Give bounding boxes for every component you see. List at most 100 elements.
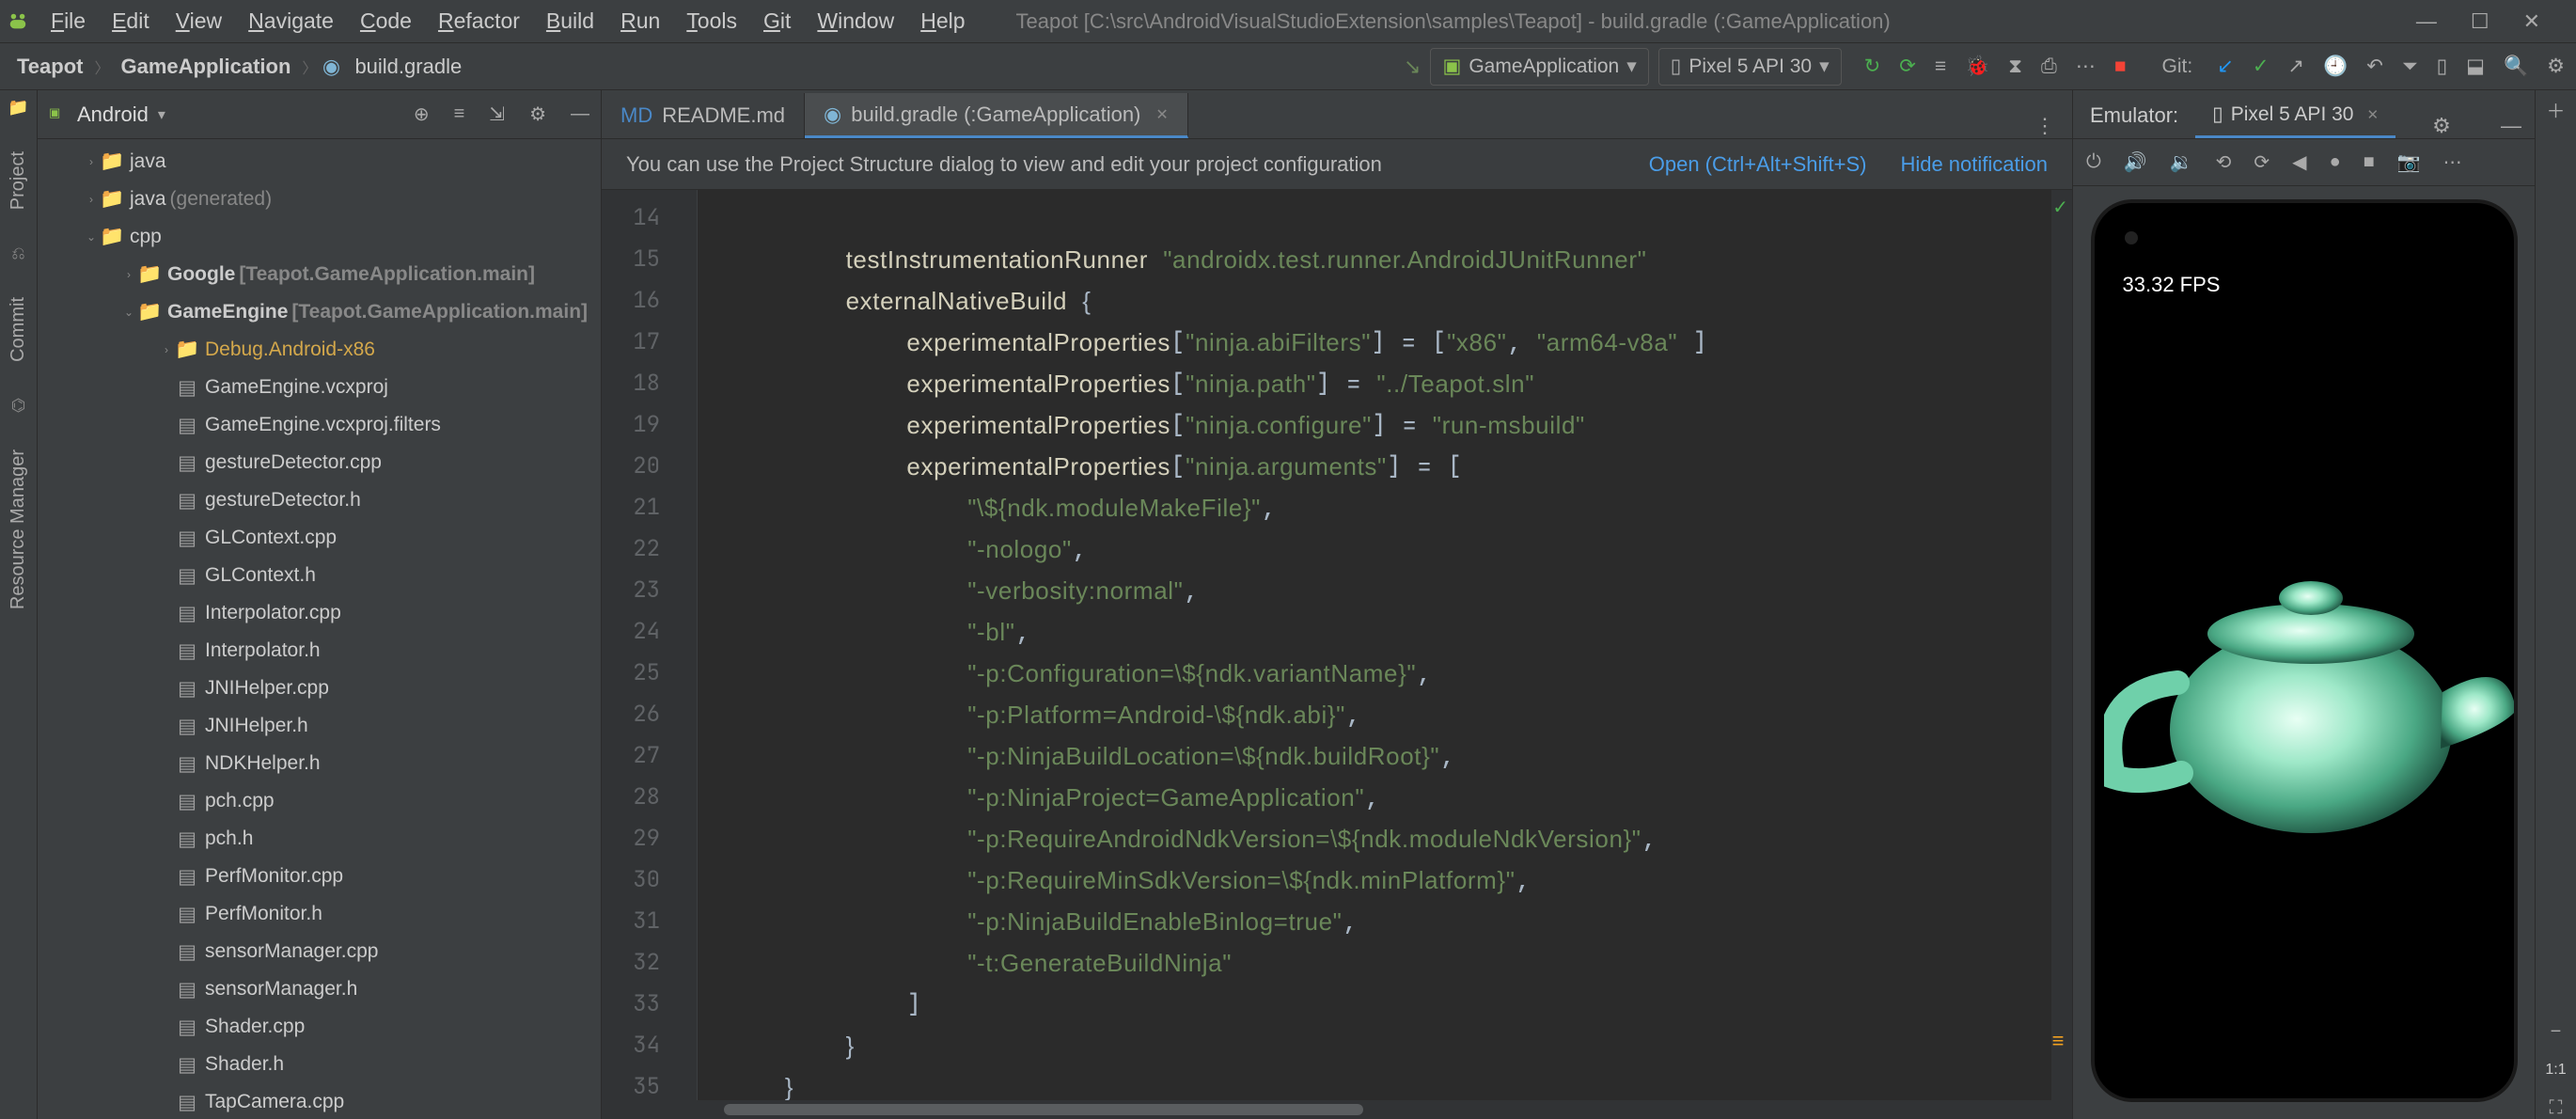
chevron-down-icon[interactable]: ▾ (158, 105, 165, 124)
expand-icon[interactable]: › (120, 268, 137, 281)
tree-file[interactable]: ▤Shader.h (38, 1046, 601, 1083)
tree-file[interactable]: ▤Interpolator.cpp (38, 594, 601, 632)
hide-emulator-button[interactable]: — (2488, 114, 2535, 138)
extended-controls-button[interactable]: ⋯ (2443, 150, 2462, 174)
emulator-device-tab[interactable]: ▯ Pixel 5 API 30 ✕ (2195, 93, 2395, 138)
structure-toc-icon[interactable]: ≡ (2044, 1029, 2072, 1053)
screenshot-button[interactable]: 📷 (2397, 150, 2421, 174)
tree-folder[interactable]: ›📁java (38, 143, 601, 181)
menu-window[interactable]: Window (804, 5, 907, 38)
emulator-screen[interactable]: 33.32 FPS (2091, 199, 2518, 1102)
tree-file[interactable]: ▤gestureDetector.h (38, 481, 601, 519)
tree-file[interactable]: ▤PerfMonitor.cpp (38, 858, 601, 895)
rotate-left-button[interactable]: ⟲ (2216, 150, 2232, 174)
tree-file[interactable]: ▤NDKHelper.h (38, 745, 601, 782)
menu-run[interactable]: Run (607, 5, 673, 38)
open-project-structure-link[interactable]: Open (Ctrl+Alt+Shift+S) (1649, 152, 1867, 177)
tree-folder[interactable]: ›📁java (generated) (38, 181, 601, 218)
menu-file[interactable]: File (38, 5, 99, 38)
tree-file[interactable]: ▤gestureDetector.cpp (38, 444, 601, 481)
tree-file[interactable]: ▤pch.h (38, 820, 601, 858)
tree-file[interactable]: ▤Interpolator.h (38, 632, 601, 670)
sdk-manager-button[interactable]: ⬓ (2466, 55, 2485, 78)
collapse-all-button[interactable]: ⇲ (489, 102, 505, 126)
tree-file[interactable]: ▤JNIHelper.cpp (38, 670, 601, 707)
git-push-button[interactable]: ↗ (2287, 55, 2304, 78)
git-commit-button[interactable]: ✓ (2253, 55, 2270, 78)
crumb-root[interactable]: Teapot (11, 52, 88, 82)
fit-button[interactable]: ⛶ (2550, 1097, 2563, 1119)
project-settings-button[interactable]: ⚙ (529, 102, 546, 126)
run-button[interactable]: ↻ (1864, 55, 1881, 78)
expand-icon[interactable]: › (158, 343, 175, 356)
menu-view[interactable]: View (163, 5, 235, 38)
crumb-file[interactable]: build.gradle (349, 52, 467, 82)
tree-file[interactable]: ▤GameEngine.vcxproj.filters (38, 406, 601, 444)
tab-list-button[interactable]: ⋮ (2018, 114, 2072, 138)
profile-button[interactable]: ⧗ (2008, 55, 2022, 78)
expand-icon[interactable]: › (83, 193, 100, 206)
overview-button[interactable]: ■ (2364, 151, 2375, 173)
maximize-button[interactable]: ☐ (2471, 9, 2490, 34)
menu-code[interactable]: Code (347, 5, 425, 38)
crumb-module[interactable]: GameApplication (116, 52, 297, 82)
close-emulator-tab-button[interactable]: ✕ (2366, 106, 2379, 123)
menu-git[interactable]: Git (750, 5, 804, 38)
home-button[interactable]: ● (2330, 151, 2341, 173)
power-button[interactable]: ⏻ (2086, 151, 2101, 173)
close-tab-button[interactable]: ✕ (1155, 105, 1168, 124)
volume-down-button[interactable]: 🔉 (2170, 150, 2193, 174)
commit-tab[interactable]: Commit (6, 290, 31, 370)
project-tree[interactable]: ›📁java›📁java (generated)⌄📁cpp›📁Google [T… (38, 139, 601, 1119)
back-button[interactable]: ◀ (2292, 150, 2306, 174)
git-revert-button[interactable]: ↶ (2366, 55, 2383, 78)
fold-gutter[interactable] (675, 190, 698, 1100)
tree-file[interactable]: ▤sensorManager.h (38, 970, 601, 1008)
menu-tools[interactable]: Tools (673, 5, 750, 38)
resource-manager-icon[interactable]: ⌬ (11, 396, 26, 416)
tree-folder[interactable]: ›📁Debug.Android-x86 (38, 331, 601, 369)
menu-navigate[interactable]: Navigate (235, 5, 347, 38)
git-update-button[interactable]: ↙ (2217, 55, 2234, 78)
expand-icon[interactable]: ⌄ (83, 230, 100, 244)
volume-up-button[interactable]: 🔊 (2124, 150, 2147, 174)
tree-file[interactable]: ▤Shader.cpp (38, 1008, 601, 1046)
close-window-button[interactable]: ✕ (2523, 9, 2540, 34)
menu-help[interactable]: Help (907, 5, 978, 38)
attach-debugger-button[interactable]: ⎙ (2041, 55, 2057, 78)
tree-file[interactable]: ▤pch.cpp (38, 782, 601, 820)
expand-icon[interactable]: ⌄ (120, 306, 137, 319)
run-config-dropdown[interactable]: ▣ GameApplication ▾ (1430, 48, 1648, 86)
menu-edit[interactable]: Edit (99, 5, 163, 38)
hammer-icon[interactable]: ↘ (1404, 55, 1421, 79)
coverage-button[interactable]: ≡ (1935, 55, 1946, 78)
search-everywhere-button[interactable]: 🔍 (2504, 55, 2528, 78)
project-tab[interactable]: Project (6, 144, 31, 217)
editor-horizontal-scrollbar[interactable] (602, 1100, 2072, 1119)
settings-button[interactable]: ⚙ (2547, 55, 2565, 78)
hide-notification-link[interactable]: Hide notification (1900, 152, 2048, 177)
tree-folder[interactable]: ⌄📁GameEngine [Teapot.GameApplication.mai… (38, 293, 601, 331)
tree-file[interactable]: ▤PerfMonitor.h (38, 895, 601, 933)
rotate-right-button[interactable]: ⟳ (2254, 150, 2270, 174)
git-history-button[interactable]: 🕘 (2323, 55, 2348, 78)
zoom-in-button[interactable]: ＋ (2547, 96, 2566, 123)
avd-manager-button[interactable]: ▯ (2437, 55, 2448, 78)
sync-project-button[interactable]: ⏷ (2402, 55, 2418, 78)
debug-button[interactable]: 🐞 (1965, 55, 1989, 78)
menu-refactor[interactable]: Refactor (425, 5, 533, 38)
expand-icon[interactable]: › (83, 155, 100, 168)
tree-file[interactable]: ▤GLContext.cpp (38, 519, 601, 557)
emulator-settings-button[interactable]: ⚙ (2419, 114, 2464, 138)
code-editor[interactable]: testInstrumentationRunner "androidx.test… (698, 190, 2051, 1100)
tree-file[interactable]: ▤GameEngine.vcxproj (38, 369, 601, 406)
resource-manager-tab[interactable]: Resource Manager (6, 442, 31, 617)
hide-panel-button[interactable]: — (571, 103, 589, 125)
zoom-out-button[interactable]: − (2551, 1021, 2562, 1043)
tab-readme[interactable]: MD README.md (602, 93, 805, 138)
project-mode-label[interactable]: Android (77, 102, 149, 127)
device-dropdown[interactable]: ▯ Pixel 5 API 30 ▾ (1658, 48, 1842, 86)
stop-button[interactable]: ■ (2114, 55, 2127, 78)
scrollbar-thumb[interactable] (724, 1104, 1363, 1115)
line-number-gutter[interactable]: 14 15 16 17 18 19 20 21 22 23 24 25 26 2… (602, 190, 675, 1100)
